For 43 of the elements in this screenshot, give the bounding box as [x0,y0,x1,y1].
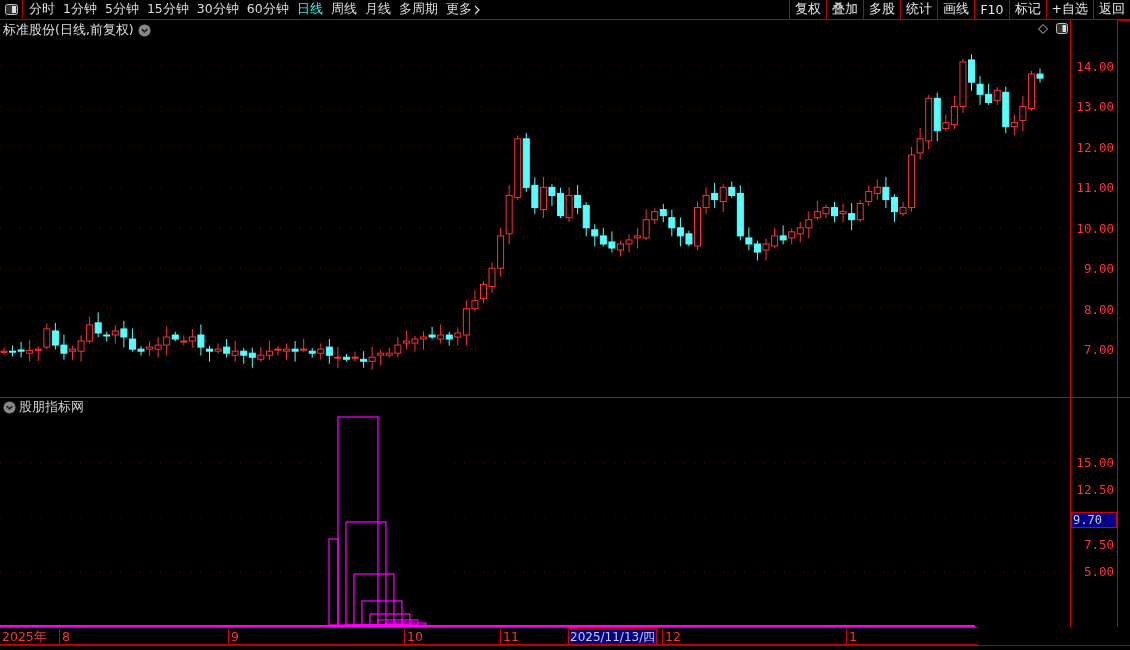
toolbar-button[interactable]: 叠加 [826,0,864,19]
period-tab[interactable]: 15分钟 [146,1,189,18]
axis-label: 10.00 [1076,220,1114,236]
toolbar-button[interactable]: 统计 [900,0,938,19]
axis-label: 11.00 [1076,179,1114,195]
date-label: 1 [846,629,857,644]
axis-label: 8.00 [1083,301,1114,317]
toolbar-button[interactable]: F10 [974,0,1009,19]
toolbar-button[interactable]: 标记 [1008,0,1046,19]
period-tab[interactable]: 60分钟 [246,1,289,18]
date-label: 2025年 [1,629,47,644]
axis-label: 13.00 [1076,98,1114,114]
value-marker: 9.70 [1071,511,1117,528]
period-tab[interactable]: 1分钟 [63,1,97,18]
axis-label: 9.00 [1083,260,1114,276]
indicator-title: 股朋指标网 [19,399,84,416]
period-tab[interactable]: 多周期 [398,1,438,18]
date-label: 8 [59,629,70,644]
toolbar-button[interactable]: 多股 [863,0,901,19]
period-tab[interactable]: 日线 [296,1,323,18]
cursor-date: 2025/11/13/四 [568,628,658,645]
date-label: 11 [500,629,519,644]
axis-label: 7.50 [1083,536,1114,552]
toolbar-button[interactable]: +自选 [1045,0,1093,19]
period-tab[interactable]: 30分钟 [196,1,239,18]
axis-label: 14.00 [1076,58,1114,74]
toolbar-button[interactable]: 复权 [789,0,827,19]
period-tab[interactable]: 分时 [29,1,55,18]
date-label: 10 [404,629,423,644]
axis-label: 7.00 [1083,341,1114,357]
date-label: 12 [662,629,681,644]
period-tab[interactable]: 月线 [364,1,391,18]
toolbar-button[interactable]: 画线 [937,0,975,19]
toolbar-button[interactable]: 返回 [1093,0,1130,19]
axis-label: 15.00 [1076,454,1114,470]
period-tab[interactable]: 周线 [330,1,357,18]
chart-title: 标准股份(日线,前复权) [3,22,134,39]
more-menu[interactable]: 更多 [445,1,480,18]
axis-label: 12.50 [1076,481,1114,497]
axis-label: 5.00 [1083,563,1114,579]
period-tab[interactable]: 5分钟 [104,1,139,18]
date-label: 9 [228,629,239,644]
axis-label: 12.00 [1076,139,1114,155]
